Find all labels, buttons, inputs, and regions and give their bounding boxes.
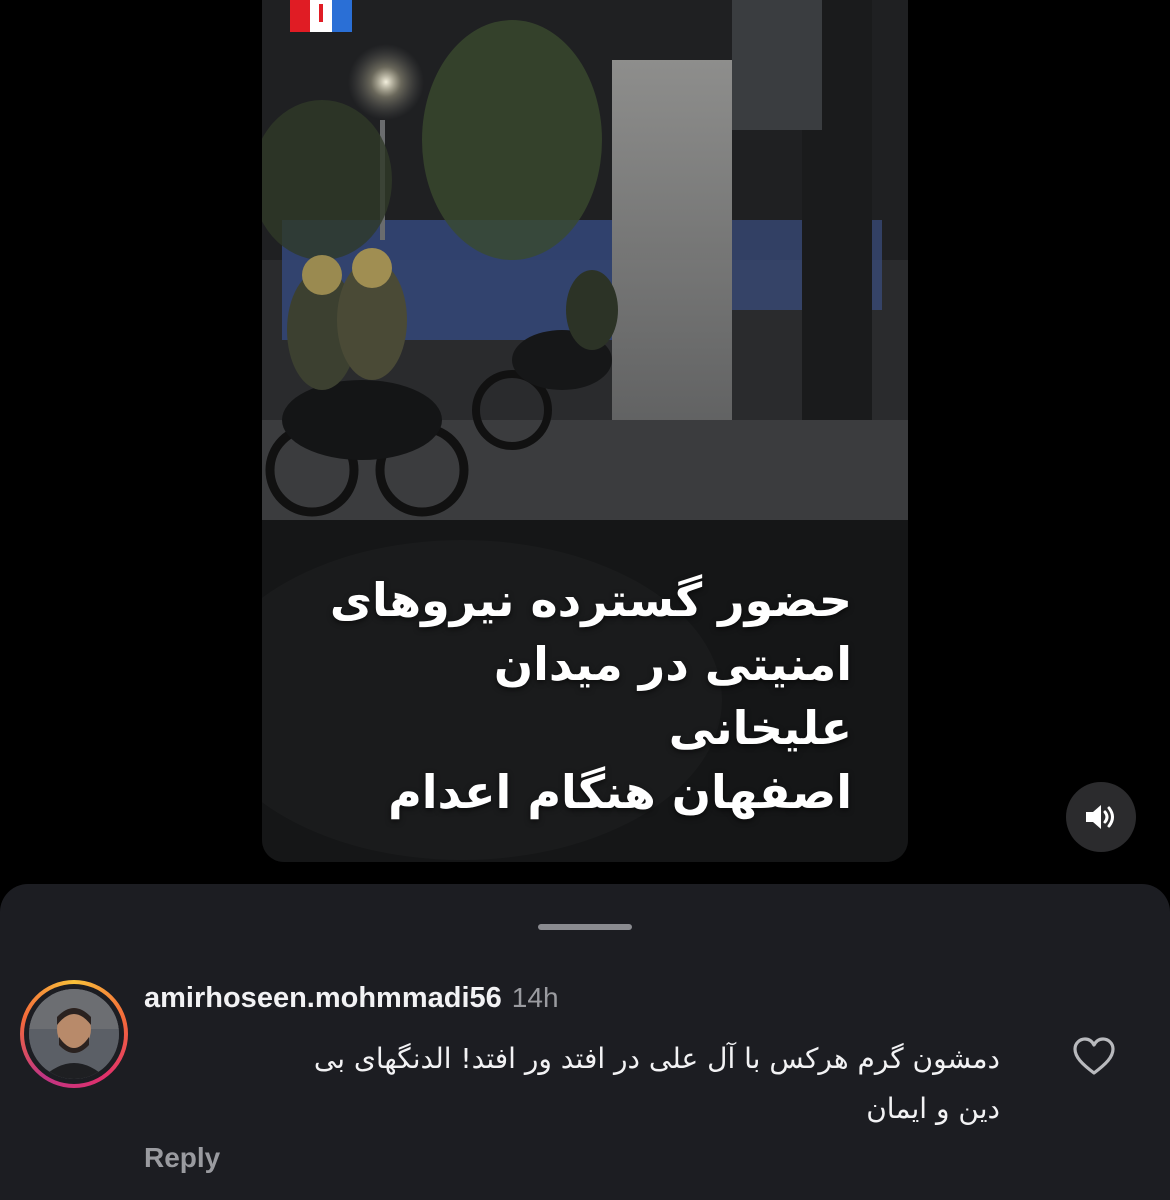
speaker-icon (1086, 805, 1114, 829)
avatar-border (24, 984, 124, 1084)
avatar-image (29, 989, 119, 1079)
caption-line-3: اصفهان هنگام اعدام (388, 765, 852, 819)
comment-timestamp: 14h (511, 982, 559, 1013)
comment-text-line-1: دمشون گرم هرکس با آل علی در افتد ور افتد… (313, 1042, 1000, 1075)
comment-text-line-2: دین و ایمان (866, 1092, 1000, 1125)
comments-sheet: amirhoseen.mohmmadi56 14h دمشون گرم هرکس… (0, 884, 1170, 1200)
video-caption: حضور گسترده نیروهای امنیتی در میدان علیخ… (302, 568, 852, 824)
comment-header: amirhoseen.mohmmadi56 14h (144, 982, 559, 1018)
avatar-photo-icon (29, 989, 119, 1079)
reel-comment-screen: حضور گسترده نیروهای امنیتی در میدان علیخ… (0, 0, 1170, 1200)
comment-username[interactable]: amirhoseen.mohmmadi56 (144, 982, 502, 1015)
sound-toggle-button[interactable] (1066, 782, 1136, 852)
caption-line-1: حضور گسترده نیروهای (329, 573, 852, 627)
sheet-drag-handle[interactable] (538, 924, 632, 930)
heart-outline-icon[interactable] (1072, 1036, 1116, 1076)
caption-line-2: امنیتی در میدان علیخانی (493, 637, 852, 755)
video-player[interactable]: حضور گسترده نیروهای امنیتی در میدان علیخ… (262, 0, 908, 862)
comment-body: دمشون گرم هرکس با آل علی در افتد ور افتد… (140, 1034, 1000, 1134)
reply-button[interactable]: Reply (144, 1142, 220, 1174)
avatar[interactable] (20, 980, 128, 1088)
channel-logo-icon (290, 0, 352, 32)
